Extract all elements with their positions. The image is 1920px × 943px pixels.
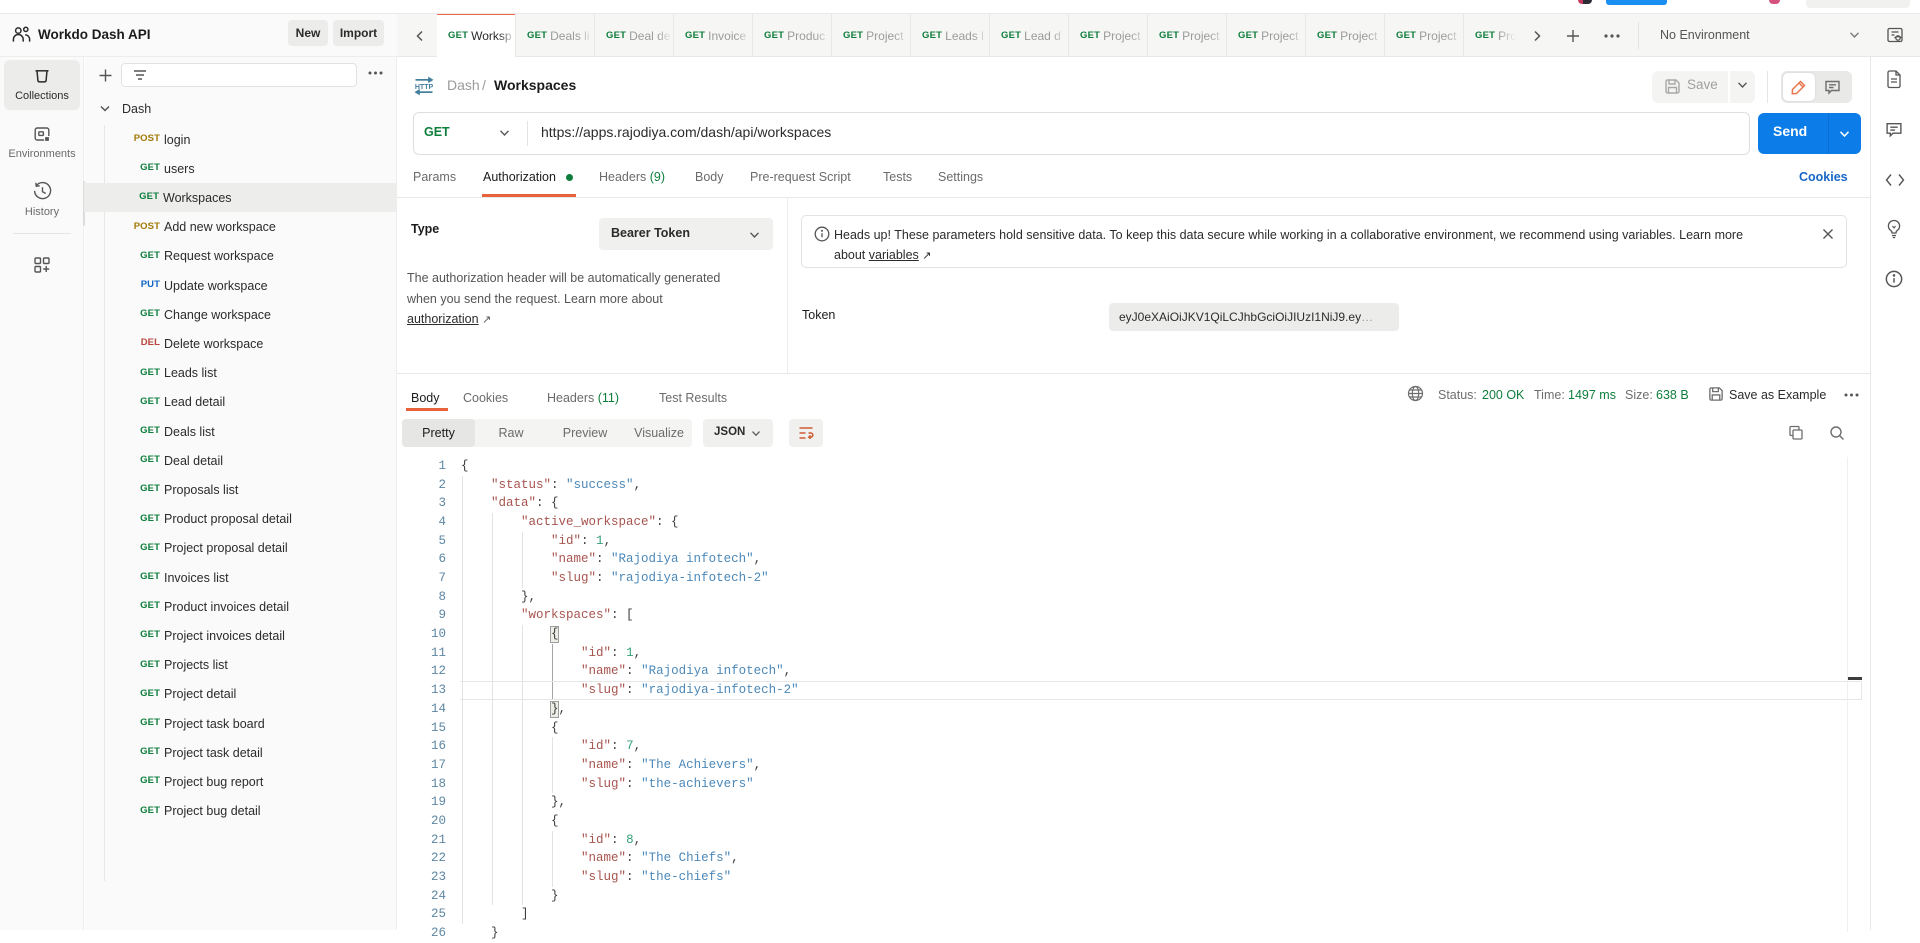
svg-text:HTTP: HTTP	[415, 84, 434, 91]
